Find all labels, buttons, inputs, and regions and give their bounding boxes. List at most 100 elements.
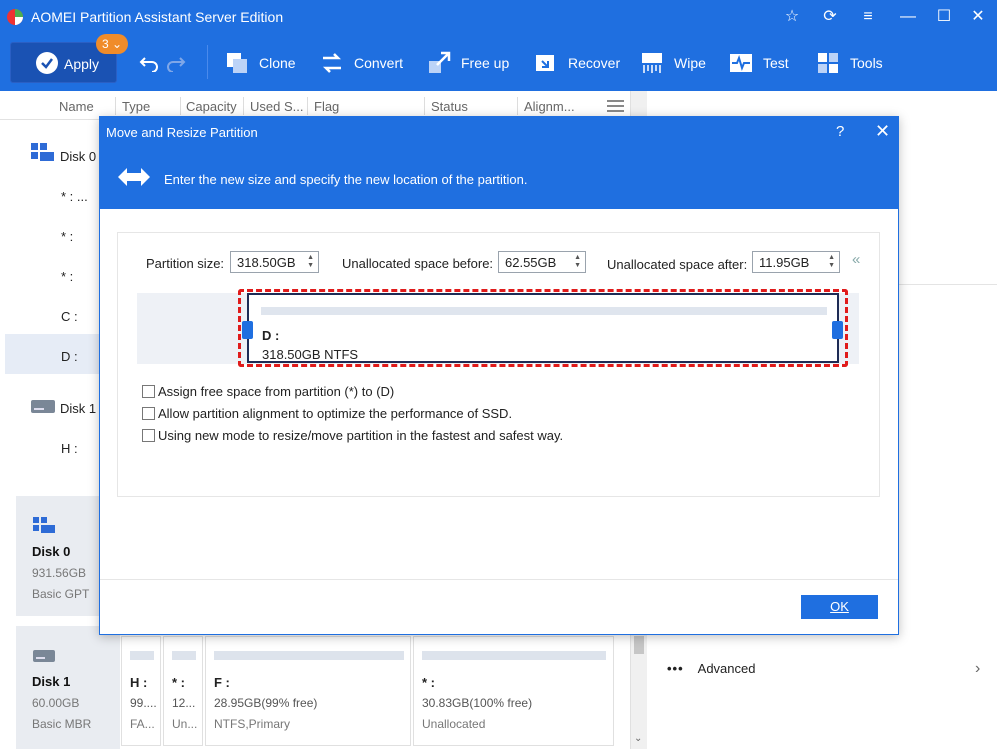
more-icon: ••• — [667, 661, 684, 676]
scrollbar-thumb[interactable] — [634, 636, 644, 654]
usage-bar — [130, 651, 154, 660]
spin-arrows-icon[interactable]: ▲ ▼ — [307, 254, 314, 270]
alignment-option[interactable]: Allow partition alignment to optimize th… — [142, 406, 512, 421]
column-flag[interactable]: Flag — [314, 99, 339, 114]
free-up-button[interactable]: Free up — [427, 35, 509, 91]
disk-icon — [31, 400, 55, 413]
star-icon[interactable]: ☆ — [781, 6, 803, 28]
wipe-label: Wipe — [674, 55, 706, 71]
tree-partition[interactable]: * : — [61, 229, 73, 244]
disk-card-1[interactable]: Disk 1 60.00GB Basic MBR — [16, 626, 120, 749]
partition-fs: Un... — [172, 717, 198, 731]
refresh-icon[interactable]: ⟳ — [819, 6, 841, 28]
unallocated-before-value: 62.55GB — [505, 255, 557, 270]
wipe-icon — [642, 53, 662, 73]
close-dialog-icon[interactable]: ✕ — [875, 121, 890, 142]
partition-fs: NTFS,Primary — [214, 717, 290, 731]
disk-type: Basic GPT — [32, 587, 90, 601]
pending-operations-badge[interactable]: 3 ⌄ — [96, 34, 128, 54]
dialog-title: Move and Resize Partition — [106, 125, 258, 140]
highlight-outline — [238, 289, 848, 367]
test-button[interactable]: Test — [729, 35, 789, 91]
convert-button[interactable]: Convert — [320, 35, 403, 91]
partition-size-label: Partition size: — [146, 256, 225, 271]
tree-partition[interactable]: * : — [61, 269, 73, 284]
partition-name: * : — [422, 675, 435, 690]
partition-size: 99.... — [130, 696, 157, 710]
ok-button[interactable]: OK — [801, 595, 878, 619]
menu-icon[interactable]: ≡ — [857, 6, 879, 28]
column-alignment[interactable]: Alignm... — [524, 99, 575, 114]
tree-disk-1[interactable]: Disk 1 — [60, 401, 96, 416]
clone-label: Clone — [259, 55, 296, 71]
tools-icon — [818, 53, 838, 73]
maximize-icon[interactable]: ☐ — [933, 6, 955, 28]
partition-card[interactable]: * : 12... Un... — [163, 636, 203, 746]
dialog-instruction: Enter the new size and specify the new l… — [164, 172, 528, 187]
minimize-icon[interactable]: — — [897, 6, 919, 28]
chevron-right-icon[interactable]: › — [975, 660, 980, 678]
column-capacity[interactable]: Capacity — [186, 99, 237, 114]
partition-size: 28.95GB(99% free) — [214, 696, 318, 710]
tree-disk-0[interactable]: Disk 0 — [60, 149, 96, 164]
usage-bar — [172, 651, 196, 660]
partition-card-h[interactable]: H : 99.... FA... — [121, 636, 161, 746]
divider — [899, 284, 997, 285]
title-bar: AOMEI Partition Assistant Server Edition… — [0, 0, 997, 35]
unallocated-after-label: Unallocated space after: — [607, 257, 748, 272]
move-resize-dialog: Move and Resize Partition ? ✕ Enter the … — [99, 116, 899, 635]
advanced-item[interactable]: ••• Advanced — [667, 661, 755, 676]
convert-icon — [322, 53, 342, 73]
partition-size: 12... — [172, 696, 196, 710]
partition-size: 30.83GB(100% free) — [422, 696, 533, 710]
free-up-icon — [429, 51, 451, 73]
tree-partition-h[interactable]: H : — [61, 441, 78, 456]
recover-button[interactable]: Recover — [534, 35, 620, 91]
clone-button[interactable]: Clone — [225, 35, 296, 91]
column-status[interactable]: Status — [431, 99, 468, 114]
partition-fs: Unallocated — [422, 717, 486, 731]
usage-bar — [422, 651, 606, 660]
checkbox[interactable] — [142, 385, 155, 398]
column-name[interactable]: Name — [59, 99, 94, 114]
partition-name: * : — [172, 675, 185, 690]
partition-name: H : — [130, 675, 148, 690]
close-window-icon[interactable]: ✕ — [967, 6, 989, 28]
scroll-down-icon[interactable]: ⌄ — [634, 733, 642, 744]
partition-card-f[interactable]: F : 28.95GB(99% free) NTFS,Primary — [205, 636, 411, 746]
tools-button[interactable]: Tools — [816, 35, 883, 91]
clone-icon — [227, 53, 247, 73]
collapse-icon[interactable]: « — [852, 251, 860, 268]
test-icon — [730, 54, 752, 72]
undo-icon[interactable] — [139, 52, 159, 72]
partition-size-input[interactable]: 318.50GB ▲ ▼ — [230, 251, 319, 273]
column-type[interactable]: Type — [122, 99, 150, 114]
unallocated-before-label: Unallocated space before: — [342, 256, 494, 271]
test-label: Test — [763, 55, 789, 71]
redo-icon[interactable] — [166, 52, 186, 72]
spin-arrows-icon[interactable]: ▲ ▼ — [828, 254, 835, 270]
window-title: AOMEI Partition Assistant Server Edition — [31, 9, 284, 25]
resize-arrow-icon — [118, 168, 150, 186]
toolbar-separator — [207, 45, 208, 79]
column-settings-icon[interactable] — [607, 99, 624, 113]
option-label: Assign free space from partition (*) to … — [158, 384, 395, 399]
dialog-footer-divider — [100, 579, 898, 580]
checkbox[interactable] — [142, 429, 155, 442]
wipe-button[interactable]: Wipe — [640, 35, 706, 91]
spin-arrows-icon[interactable]: ▲ ▼ — [574, 254, 581, 270]
assign-free-space-option[interactable]: Assign free space from partition (*) to … — [142, 384, 394, 399]
unallocated-before-input[interactable]: 62.55GB ▲ ▼ — [498, 251, 586, 273]
checkbox[interactable] — [142, 407, 155, 420]
tree-partition[interactable]: * : ... — [61, 189, 88, 204]
help-icon[interactable]: ? — [836, 123, 844, 140]
unallocated-after-input[interactable]: 11.95GB ▲ ▼ — [752, 251, 840, 273]
disk-size: 931.56GB — [32, 566, 87, 580]
partition-card-unallocated[interactable]: * : 30.83GB(100% free) Unallocated — [413, 636, 614, 746]
selected-row-highlight — [5, 334, 100, 374]
advanced-label: Advanced — [697, 661, 756, 676]
new-mode-option[interactable]: Using new mode to resize/move partition … — [142, 428, 563, 443]
tree-partition-d[interactable]: D : — [61, 349, 78, 364]
column-used-space[interactable]: Used S... — [250, 99, 303, 114]
tree-partition-c[interactable]: C : — [61, 309, 78, 324]
